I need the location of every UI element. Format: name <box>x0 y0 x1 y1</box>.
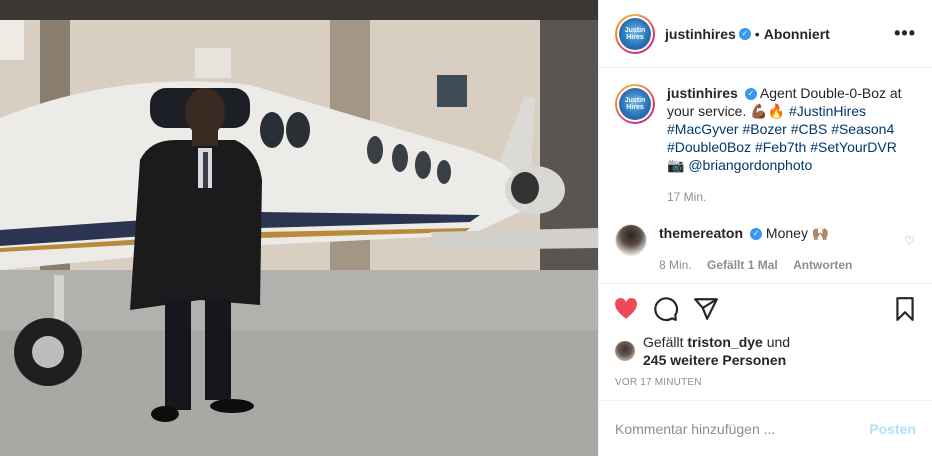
commenter-avatar[interactable] <box>615 224 647 256</box>
comment-row: themereaton ✓ Money 🙌🏽 8 Min. Gefällt 1 M… <box>615 224 916 274</box>
comment-icon[interactable] <box>653 296 679 322</box>
caption-avatar[interactable]: Justin Hires <box>615 84 655 124</box>
likes-text: Gefällt triston_dye und 245 weitere Pers… <box>643 333 790 369</box>
save-icon[interactable] <box>892 296 918 322</box>
post-sidebar: Justin Hires justinhires ✓ • Abonniert •… <box>598 0 932 456</box>
share-icon[interactable] <box>693 296 719 322</box>
liker-avatar[interactable] <box>615 341 635 361</box>
author-avatar-image: Justin Hires <box>619 17 651 50</box>
likes-and: und <box>766 334 791 350</box>
author-info: justinhires ✓ • Abonniert <box>665 26 830 42</box>
more-icon[interactable]: ••• <box>894 23 916 44</box>
post-photo[interactable] <box>0 0 598 456</box>
hashtag[interactable]: #Season4 <box>831 121 894 137</box>
comment-body: themereaton ✓ Money 🙌🏽 8 Min. Gefällt 1 M… <box>659 224 904 274</box>
comments-section: Justin Hires justinhires ✓ Agent Double-0… <box>599 68 932 283</box>
caption-avatar-image: Justin Hires <box>619 88 651 120</box>
author-avatar[interactable]: Justin Hires <box>615 13 655 54</box>
camera-icon: 📷 <box>667 157 685 173</box>
heart-icon[interactable] <box>613 296 639 322</box>
follow-state-button[interactable]: Abonniert <box>764 26 830 42</box>
post-header: Justin Hires justinhires ✓ • Abonniert •… <box>599 0 932 68</box>
commenter-username[interactable]: themereaton <box>659 225 743 241</box>
caption-username[interactable]: justinhires <box>667 85 738 101</box>
caption-body: justinhires ✓ Agent Double-0-Boz at your … <box>667 84 916 206</box>
comment-time: 8 Min. <box>659 258 692 272</box>
hashtag[interactable]: #MacGyver <box>667 121 739 137</box>
author-username[interactable]: justinhires <box>665 26 736 42</box>
hashtag[interactable]: #SetYourDVR <box>810 139 897 155</box>
comment-meta: 8 Min. Gefällt 1 Mal Antworten <box>659 256 904 274</box>
comment-like-icon[interactable]: ♡ <box>904 234 916 248</box>
hashtag[interactable]: #Bozer <box>742 121 786 137</box>
verified-icon: ✓ <box>738 27 751 40</box>
comment-input[interactable] <box>615 420 870 437</box>
separator: • <box>754 25 760 42</box>
post-comment-button[interactable]: Posten <box>869 421 916 437</box>
hashtag[interactable]: #Feb7th <box>755 139 806 155</box>
photographer-mention[interactable]: @briangordonphoto <box>688 157 812 173</box>
caption-time: 17 Min. <box>667 190 707 204</box>
likes-summary: Gefällt triston_dye und 245 weitere Pers… <box>599 333 932 369</box>
verified-icon: ✓ <box>744 88 757 101</box>
comment-likes[interactable]: Gefällt 1 Mal <box>707 258 778 272</box>
likes-prefix: Gefällt <box>643 334 684 350</box>
likes-others-link[interactable]: 245 weitere Personen <box>643 352 786 368</box>
caption-row: Justin Hires justinhires ✓ Agent Double-0… <box>615 84 916 206</box>
hashtag[interactable]: #Double0Boz <box>667 139 751 155</box>
hangar-jet-photo <box>0 0 598 456</box>
liker-username[interactable]: triston_dye <box>687 334 762 350</box>
post-container: Justin Hires justinhires ✓ • Abonniert •… <box>0 0 932 456</box>
reply-button[interactable]: Antworten <box>793 258 852 272</box>
post-timestamp[interactable]: VOR 17 MINUTEN <box>599 369 932 400</box>
verified-icon: ✓ <box>750 228 763 241</box>
hashtag[interactable]: #CBS <box>791 121 828 137</box>
action-bar <box>599 283 932 333</box>
comment-text: Money 🙌🏽 <box>765 225 830 241</box>
hashtag[interactable]: #JustinHires <box>789 103 866 119</box>
caption-meta: 17 Min. <box>667 188 916 206</box>
add-comment-bar: Posten <box>599 400 932 456</box>
